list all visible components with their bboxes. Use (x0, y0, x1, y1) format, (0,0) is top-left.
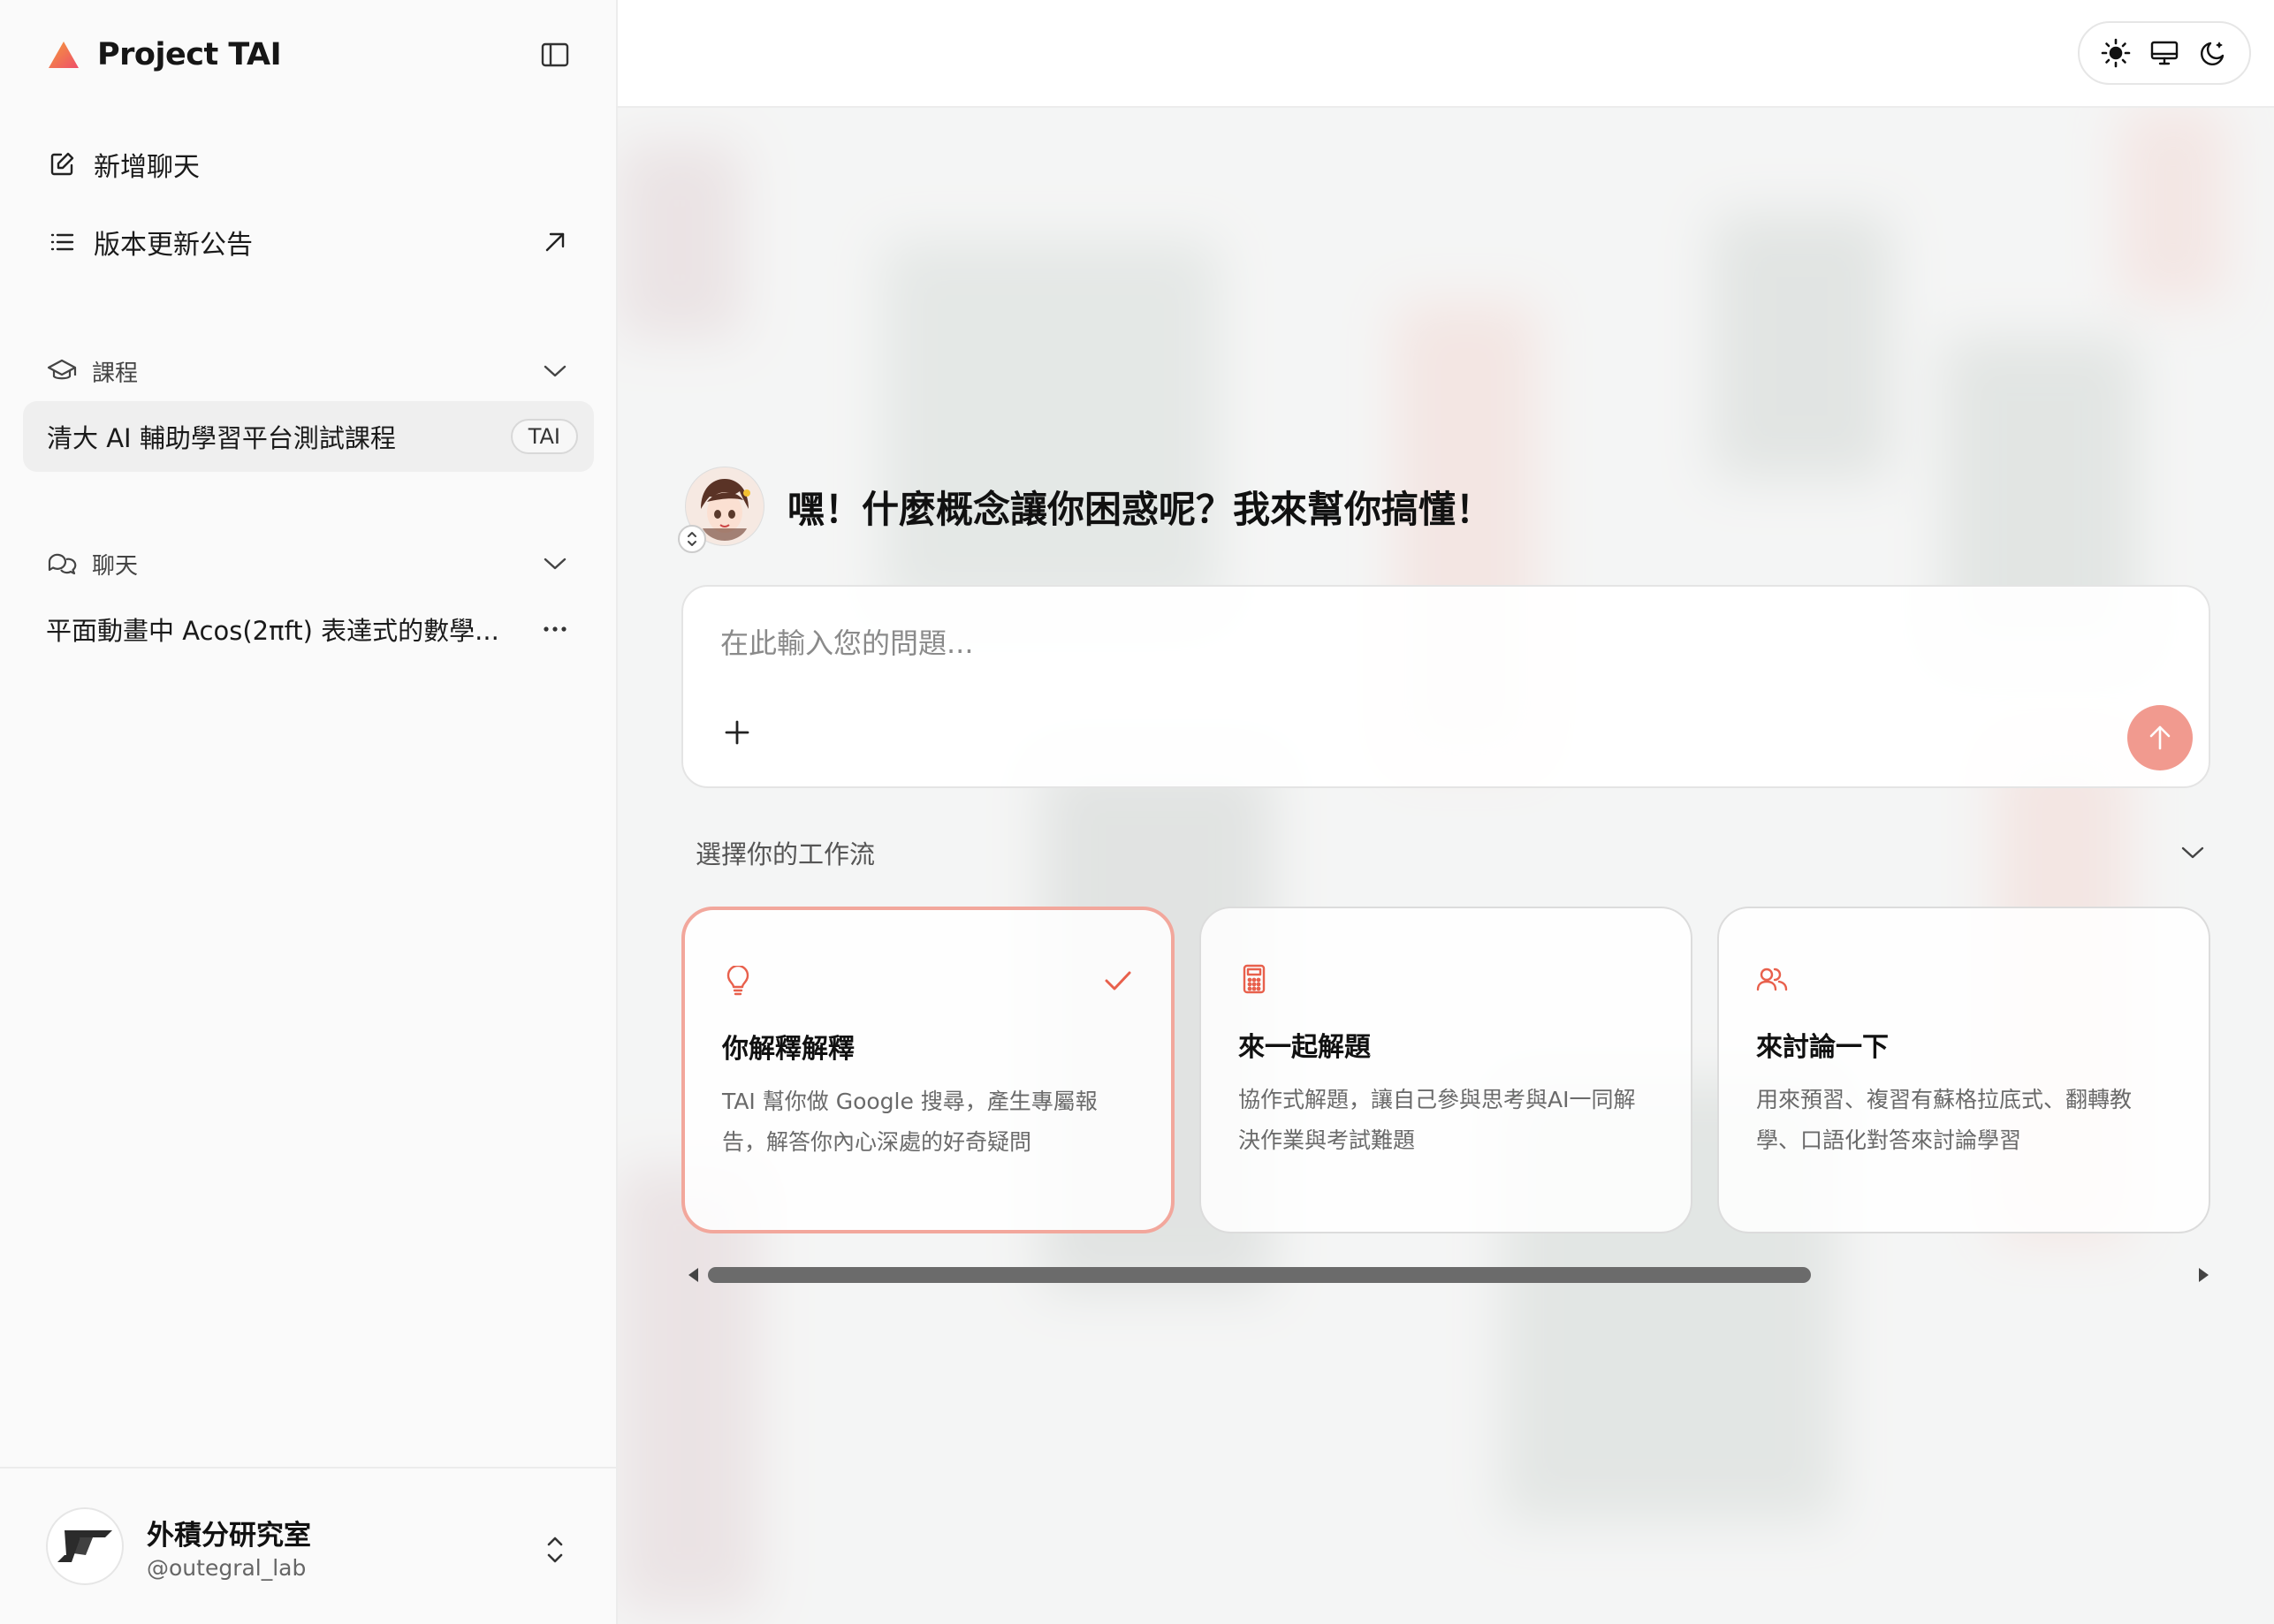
app-name: Project TAI (97, 37, 282, 72)
card-title: 來討論一下 (1756, 1032, 1889, 1063)
workflow-header-label: 選擇你的工作流 (696, 839, 876, 869)
course-item[interactable]: 清大 AI 輔助學習平台測試課程 TAI (23, 401, 594, 472)
profile-name: 外積分研究室 (147, 1520, 311, 1552)
scroll-left-arrow[interactable] (688, 1268, 698, 1282)
message-composer (681, 585, 2210, 788)
chats-section-header[interactable]: 聊天 (46, 542, 576, 586)
workflow-card-explain[interactable]: 你解釋解釋 TAI 幫你做 Google 搜尋，產生專屬報告，解答你內心深處的好… (681, 907, 1175, 1233)
chevron-up-down-icon[interactable] (537, 1530, 573, 1569)
edit-icon (46, 148, 78, 180)
courses-header-label: 課程 (92, 360, 139, 387)
scroll-right-arrow[interactable] (2199, 1268, 2209, 1282)
sidebar: Project TAI 新增聊天 版本更新公告 課程 清大 AI 輔助學習平台測… (0, 0, 618, 1624)
chats-header-label: 聊天 (92, 552, 139, 580)
system-theme-button[interactable] (2145, 34, 2184, 72)
sidebar-panel-icon (541, 42, 569, 67)
chevron-down-icon (539, 355, 571, 387)
card-description: 協作式解題，讓自己參與思考與AI一同解決作業與考試難題 (1238, 1087, 1636, 1153)
theme-switcher (2078, 21, 2251, 85)
workflow-card-discuss[interactable]: 來討論一下 用來預習、複習有蘇格拉底式、翻轉教學、口語化對答來討論學習 (1717, 907, 2210, 1233)
monitor-icon (2150, 41, 2179, 65)
profile-handle: @outegral_lab (147, 1555, 307, 1581)
plus-icon (725, 720, 749, 745)
calculator-icon (1238, 963, 1270, 995)
users-icon (1756, 963, 1788, 995)
sun-icon (2102, 38, 2131, 68)
courses-section-header[interactable]: 課程 (46, 349, 576, 393)
send-button[interactable] (2127, 705, 2193, 770)
external-link-icon (539, 226, 571, 258)
top-bar (618, 0, 2274, 108)
card-description: TAI 幫你做 Google 搜尋，產生專屬報告，解答你內心深處的好奇疑問 (722, 1089, 1098, 1155)
workflow-section-header[interactable]: 選擇你的工作流 (696, 831, 2209, 875)
lightbulb-icon (722, 965, 754, 997)
card-title: 來一起解題 (1238, 1032, 1371, 1063)
check-icon (1100, 965, 1136, 997)
content: 嘿！什麼概念讓你困惑呢？我來幫你搞懂！ 選擇你的工作流 (618, 0, 2274, 1624)
light-theme-button[interactable] (2096, 34, 2135, 72)
changelog-label: 版本更新公告 (94, 230, 253, 261)
assistant-avatar[interactable] (678, 467, 764, 553)
list-icon (46, 226, 78, 258)
main-panel: 嘿！什麼概念讓你困惑呢？我來幫你搞懂！ 選擇你的工作流 (618, 0, 2274, 1624)
scrollbar-thumb[interactable] (708, 1267, 1811, 1283)
course-name: 清大 AI 輔助學習平台測試課程 (47, 423, 396, 453)
logo-icon (49, 42, 79, 68)
moon-icon (2200, 42, 2224, 65)
chevron-down-icon (2177, 837, 2209, 869)
dark-theme-button[interactable] (2194, 34, 2232, 72)
arrow-up-icon (2149, 725, 2171, 750)
brand[interactable]: Project TAI (48, 34, 282, 76)
workflow-cards: 你解釋解釋 TAI 幫你做 Google 搜尋，產生專屬報告，解答你內心深處的好… (681, 907, 2210, 1233)
sidebar-toggle-button[interactable] (537, 39, 573, 71)
chat-title: 平面動畫中 Acos(2πft) 表達式的數學... (46, 616, 499, 646)
greeting-text: 嘿！什麼概念讓你困惑呢？我來幫你搞懂！ (787, 487, 1494, 531)
chat-bubbles-icon (46, 548, 78, 580)
avatar (46, 1507, 124, 1585)
card-title: 你解釋解釋 (722, 1034, 855, 1065)
workflow-card-solve[interactable]: 來一起解題 協作式解題，讓自己參與思考與AI一同解決作業與考試難題 (1199, 907, 1692, 1233)
graduation-cap-icon (46, 355, 78, 387)
chevron-down-icon (539, 548, 571, 580)
greeting-row: 嘿！什麼概念讓你困惑呢？我來幫你搞懂！ (678, 467, 1494, 553)
attach-button[interactable] (715, 710, 759, 755)
switch-assistant-icon[interactable] (678, 525, 706, 553)
more-options-icon[interactable] (537, 611, 573, 647)
changelog-link[interactable]: 版本更新公告 (46, 216, 576, 269)
new-chat-button[interactable]: 新增聊天 (46, 138, 576, 191)
course-badge: TAI (510, 419, 578, 454)
question-input[interactable] (720, 617, 2046, 670)
card-description: 用來預習、複習有蘇格拉底式、翻轉教學、口語化對答來討論學習 (1756, 1087, 2133, 1153)
horizontal-scrollbar[interactable] (685, 1262, 2214, 1288)
new-chat-label: 新增聊天 (94, 152, 200, 183)
chat-history-item[interactable]: 平面動畫中 Acos(2πft) 表達式的數學... (46, 603, 576, 656)
user-profile[interactable]: 外積分研究室 @outegral_lab (0, 1467, 616, 1624)
